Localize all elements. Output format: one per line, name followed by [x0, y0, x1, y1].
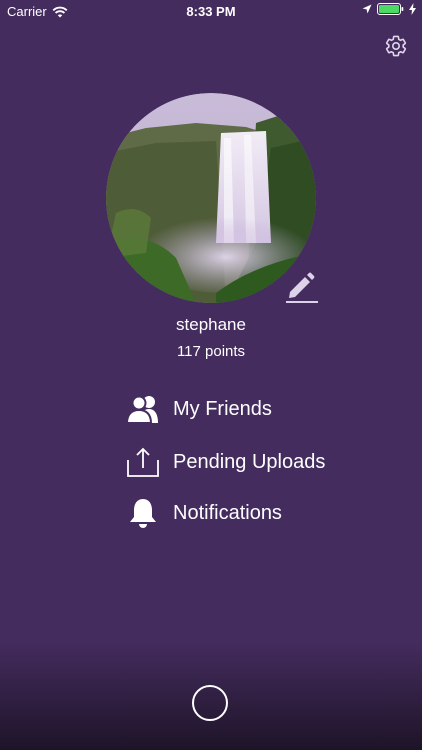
status-time: 8:33 PM: [186, 4, 236, 19]
menu-item-notifications[interactable]: Notifications: [125, 493, 282, 533]
menu-item-pending-uploads[interactable]: Pending Uploads: [125, 442, 325, 482]
charging-bolt-icon: [409, 3, 416, 15]
status-bar-right: [362, 3, 416, 15]
home-circle-button[interactable]: [192, 685, 228, 721]
menu-label-notifications: Notifications: [173, 501, 282, 524]
battery-icon: [377, 3, 404, 15]
menu-label-pending-uploads: Pending Uploads: [173, 450, 326, 473]
location-arrow-icon: [362, 4, 372, 14]
upload-icon: [125, 444, 161, 480]
profile-points: 117 points: [176, 343, 246, 360]
edit-pencil-icon[interactable]: [284, 270, 320, 304]
menu-item-my-friends[interactable]: My Friends: [125, 389, 272, 429]
bell-icon: [125, 495, 161, 531]
friends-icon: [125, 391, 161, 427]
settings-gear-icon[interactable]: [384, 34, 408, 58]
status-bar: Carrier 8:33 PM: [0, 0, 422, 22]
menu-label-my-friends: My Friends: [173, 397, 272, 420]
profile-username: stephane: [176, 315, 246, 334]
